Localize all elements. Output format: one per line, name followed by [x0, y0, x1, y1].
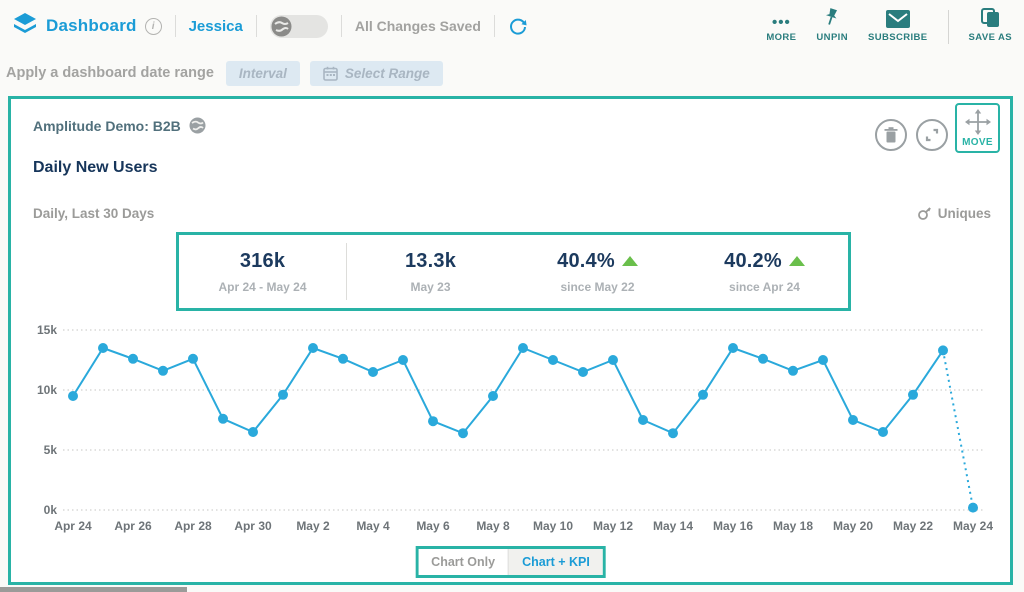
kpi-daily-change: 40.4% since May 22 [514, 235, 681, 308]
save-as-button[interactable]: SAVE AS [969, 8, 1012, 43]
save-status: All Changes Saved [355, 18, 481, 34]
more-button[interactable]: ••• MORE [766, 8, 796, 43]
ellipsis-icon: ••• [772, 18, 791, 28]
line-chart[interactable]: 0k 5k 10k 15k Apr 24 Apr 26 Apr 28 Apr 30 May 2 M… [25, 318, 1003, 550]
kpi-total: 316k Apr 24 - May 24 [179, 235, 346, 308]
refresh-icon[interactable] [508, 16, 528, 36]
resize-widget-button[interactable] [916, 119, 948, 151]
svg-text:May 12: May 12 [593, 519, 633, 533]
widget-toolbar [875, 119, 948, 151]
chart-kpi-tab[interactable]: Chart + KPI [509, 549, 603, 575]
move-arrows-icon [965, 109, 991, 135]
move-label: MOVE [962, 137, 993, 148]
header-action-bar: ••• MORE UNPIN SUBSCRIBE [766, 8, 1012, 44]
uniques-metric-selector[interactable]: Uniques [917, 206, 991, 221]
svg-text:May 14: May 14 [653, 519, 693, 533]
resize-icon [924, 127, 940, 143]
delete-widget-button[interactable] [875, 119, 907, 151]
svg-text:Apr 26: Apr 26 [114, 519, 152, 533]
svg-text:10k: 10k [37, 383, 57, 397]
divider [175, 15, 176, 37]
move-widget-button[interactable]: MOVE [955, 103, 1000, 153]
globe-icon [271, 16, 292, 37]
calendar-icon [323, 66, 338, 81]
svg-text:May 24: May 24 [953, 519, 993, 533]
top-header: Dashboard i Jessica All Changes Saved ••… [0, 0, 1024, 52]
info-icon[interactable]: i [145, 18, 162, 35]
trend-up-icon [789, 256, 805, 266]
user-name-link[interactable]: Jessica [189, 18, 243, 35]
date-range-label: Apply a dashboard date range [6, 65, 214, 81]
chart-only-tab[interactable]: Chart Only [418, 549, 509, 575]
svg-text:May 2: May 2 [296, 519, 330, 533]
divider [948, 10, 949, 44]
view-toggle: Chart Only Chart + KPI [415, 546, 606, 578]
svg-text:May 18: May 18 [773, 519, 813, 533]
trend-up-icon [622, 256, 638, 266]
trash-icon [884, 127, 898, 143]
subscribe-button[interactable]: SUBSCRIBE [868, 8, 928, 43]
dashboard-layers-icon [12, 12, 38, 41]
svg-text:Apr 30: Apr 30 [234, 519, 272, 533]
next-widget-edge [0, 587, 187, 592]
envelope-icon [886, 8, 910, 28]
svg-text:15k: 15k [37, 323, 57, 337]
svg-text:0k: 0k [44, 503, 58, 517]
svg-text:May 10: May 10 [533, 519, 573, 533]
svg-text:May 4: May 4 [356, 519, 390, 533]
svg-text:May 16: May 16 [713, 519, 753, 533]
uniques-icon [917, 206, 932, 221]
svg-text:May 8: May 8 [476, 519, 510, 533]
widget-subtitle: Daily, Last 30 Days [33, 206, 154, 221]
select-range-button[interactable]: Select Range [310, 61, 443, 86]
kpi-latest: 13.3k May 23 [347, 235, 514, 308]
divider [494, 15, 495, 37]
svg-text:May 6: May 6 [416, 519, 450, 533]
public-toggle[interactable] [270, 15, 328, 38]
divider [256, 15, 257, 37]
unpin-button[interactable]: UNPIN [816, 8, 848, 43]
svg-text:Apr 28: Apr 28 [174, 519, 212, 533]
svg-text:5k: 5k [44, 443, 58, 457]
svg-text:May 20: May 20 [833, 519, 873, 533]
interval-button[interactable]: Interval [226, 61, 300, 86]
page-title: Dashboard [46, 16, 137, 36]
kpi-monthly-change: 40.2% since Apr 24 [681, 235, 848, 308]
globe-icon [189, 117, 206, 134]
pin-icon [823, 8, 841, 28]
widget-title: Daily New Users [33, 159, 158, 177]
date-range-bar: Apply a dashboard date range Interval Se… [0, 56, 1024, 90]
divider [341, 15, 342, 37]
svg-text:Apr 24: Apr 24 [54, 519, 92, 533]
widget-source-label: Amplitude Demo: B2B [33, 118, 181, 134]
svg-text:May 22: May 22 [893, 519, 933, 533]
dashboard-widget-panel: Amplitude Demo: B2B [8, 96, 1013, 585]
copy-icon [980, 8, 1000, 28]
kpi-strip[interactable]: 316k Apr 24 - May 24 13.3k May 23 40.4% … [176, 232, 851, 311]
